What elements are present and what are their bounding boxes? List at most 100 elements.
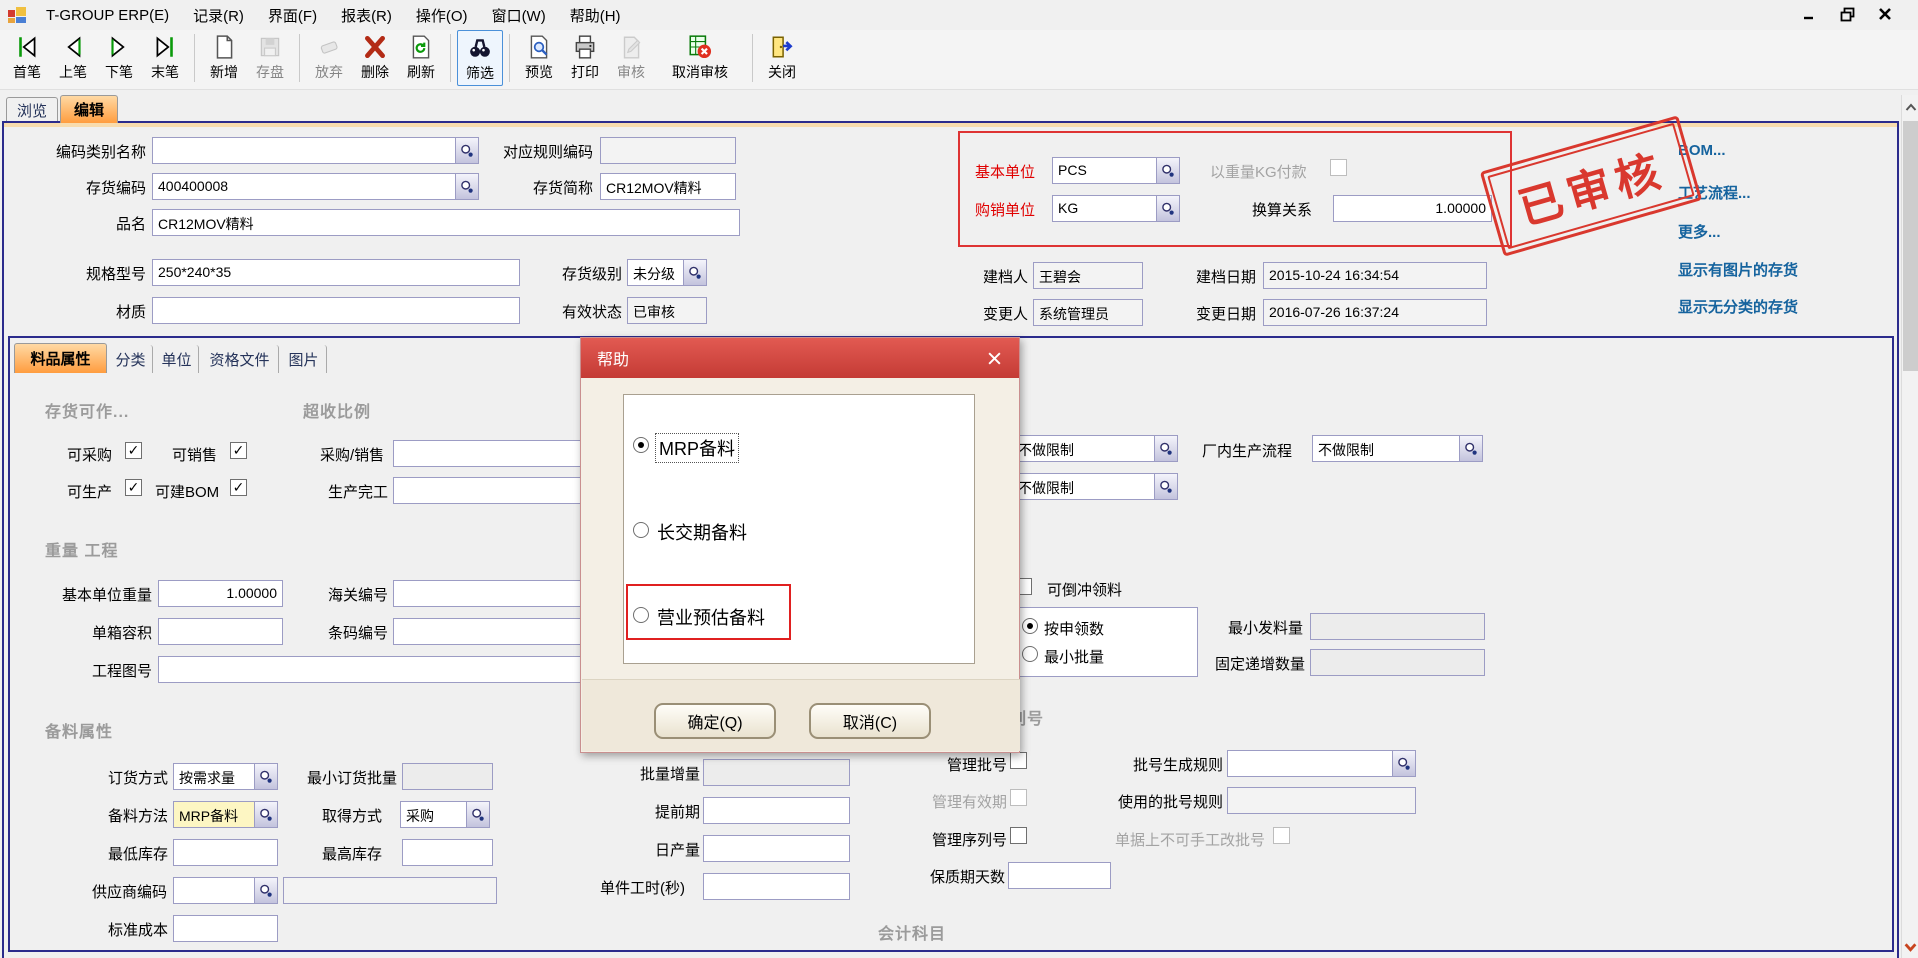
tab-unit[interactable]: 单位	[155, 345, 199, 373]
base-weight-input[interactable]: 1.00000	[158, 580, 283, 607]
toolbar-preview-button[interactable]: 预览	[516, 30, 562, 86]
toolbar-new-button[interactable]: 新增	[201, 30, 247, 86]
batch-rule-input[interactable]	[1227, 750, 1393, 777]
scrollbar-thumb[interactable]	[1903, 121, 1918, 371]
minimize-button[interactable]	[1798, 4, 1820, 24]
supplier-lookup-button[interactable]	[254, 877, 278, 904]
menu-help[interactable]: 帮助(H)	[558, 1, 633, 30]
min-stock-input[interactable]	[173, 839, 278, 866]
unit-hours-input[interactable]	[703, 873, 850, 900]
toolbar-next-record-button[interactable]: 下笔	[96, 30, 142, 86]
batch-rule-lookup-button[interactable]	[1392, 750, 1416, 777]
shelf-life-input[interactable]	[1008, 862, 1111, 889]
toolbar-delete-button[interactable]: 删除	[352, 30, 398, 86]
menu-operation[interactable]: 操作(O)	[404, 1, 480, 30]
link-more[interactable]: 更多...	[1678, 221, 1721, 242]
close-window-button[interactable]	[1874, 4, 1896, 24]
rule-code-input[interactable]	[600, 137, 736, 164]
dialog-close-icon[interactable]	[981, 346, 1007, 370]
toolbar-discard-button[interactable]: 放弃	[306, 30, 352, 86]
tab-images[interactable]: 图片	[281, 345, 327, 373]
long-leadtime-prep-radio[interactable]	[633, 522, 649, 538]
restriction2-input[interactable]: 不做限制	[1012, 473, 1155, 500]
factory-flow-input[interactable]: 不做限制	[1312, 435, 1460, 462]
supplier-code-input[interactable]	[173, 877, 255, 904]
daily-output-input[interactable]	[703, 835, 850, 862]
can-build-bom-checkbox[interactable]	[230, 479, 247, 496]
issue-min-batch-radio[interactable]	[1022, 646, 1038, 662]
acquire-mode-lookup-button[interactable]	[466, 801, 490, 828]
purchase-sale-ratio-input[interactable]	[393, 440, 590, 467]
sales-forecast-prep-radio[interactable]	[633, 607, 649, 623]
manage-serial-checkbox[interactable]	[1010, 827, 1027, 844]
manage-expiry-checkbox[interactable]	[1010, 789, 1027, 806]
tab-item-attributes[interactable]: 料品属性	[14, 343, 107, 373]
material-input[interactable]	[152, 297, 520, 324]
restore-button[interactable]	[1836, 4, 1858, 24]
box-volume-input[interactable]	[158, 618, 283, 645]
mrp-prep-option-label[interactable]: MRP备料	[655, 433, 739, 463]
tab-browse[interactable]: 浏览	[6, 97, 58, 123]
lead-time-input[interactable]	[703, 797, 850, 824]
manage-batch-checkbox[interactable]	[1010, 752, 1027, 769]
factory-flow-lookup-button[interactable]	[1459, 435, 1483, 462]
acquire-mode-input[interactable]: 采购	[400, 801, 467, 828]
max-stock-input[interactable]	[402, 839, 493, 866]
item-short-name-input[interactable]: CR12MOV精料	[600, 173, 736, 200]
menu-record[interactable]: 记录(R)	[181, 1, 256, 30]
pay-by-kg-checkbox[interactable]	[1330, 159, 1347, 176]
tab-qualification-files[interactable]: 资格文件	[201, 345, 279, 373]
restriction1-input[interactable]: 不做限制	[1012, 435, 1155, 462]
trade-unit-lookup-button[interactable]	[1156, 195, 1180, 222]
restriction2-lookup-button[interactable]	[1154, 473, 1178, 500]
item-code-lookup-button[interactable]	[455, 173, 479, 200]
dialog-cancel-button[interactable]: 取消(C)	[809, 703, 931, 739]
long-leadtime-prep-option-label[interactable]: 长交期备料	[657, 519, 747, 545]
order-mode-input[interactable]: 按需求量	[173, 763, 255, 790]
no-manual-batch-checkbox[interactable]	[1273, 827, 1290, 844]
link-show-unclassified[interactable]: 显示无分类的存货	[1678, 296, 1798, 317]
trade-unit-input[interactable]: KG	[1052, 195, 1157, 222]
restriction1-lookup-button[interactable]	[1154, 435, 1178, 462]
customs-code-input[interactable]	[393, 580, 590, 607]
drawing-number-input[interactable]	[158, 656, 590, 683]
toolbar-refresh-button[interactable]: 刷新	[398, 30, 444, 86]
production-done-ratio-input[interactable]	[393, 477, 590, 504]
scroll-down-icon[interactable]	[1903, 939, 1918, 955]
toolbar-prev-record-button[interactable]: 上笔	[50, 30, 96, 86]
toolbar-save-button[interactable]: 存盘	[247, 30, 293, 86]
item-code-input[interactable]: 400400008	[152, 173, 456, 200]
purchasable-checkbox[interactable]	[125, 442, 142, 459]
toolbar-last-record-button[interactable]: 末笔	[142, 30, 188, 86]
help-dialog-titlebar[interactable]: 帮助	[581, 338, 1019, 378]
toolbar-filter-button[interactable]: 筛选	[457, 30, 503, 86]
issue-by-request-radio[interactable]	[1022, 618, 1038, 634]
menu-report[interactable]: 报表(R)	[329, 1, 404, 30]
vertical-scrollbar[interactable]	[1901, 95, 1918, 958]
base-unit-lookup-button[interactable]	[1156, 157, 1180, 184]
prep-method-input[interactable]: MRP备料	[173, 801, 255, 828]
coding-category-lookup-button[interactable]	[455, 137, 479, 164]
conversion-input[interactable]: 1.00000	[1333, 195, 1492, 222]
toolbar-close-button[interactable]: 关闭	[759, 30, 805, 86]
sales-forecast-prep-option-label[interactable]: 营业预估备料	[657, 604, 765, 630]
coding-category-input[interactable]	[152, 137, 456, 164]
base-unit-input[interactable]: PCS	[1052, 157, 1157, 184]
product-name-input[interactable]: CR12MOV精料	[152, 209, 740, 236]
level-lookup-button[interactable]	[683, 259, 707, 286]
menu-tgroup-erp[interactable]: T-GROUP ERP(E)	[34, 3, 181, 28]
tab-classification[interactable]: 分类	[109, 345, 153, 373]
menu-window[interactable]: 窗口(W)	[480, 1, 558, 30]
dialog-ok-button[interactable]: 确定(Q)	[654, 703, 776, 739]
tab-edit[interactable]: 编辑	[60, 95, 118, 123]
barcode-input[interactable]	[393, 618, 590, 645]
sellable-checkbox[interactable]	[230, 442, 247, 459]
link-show-with-image[interactable]: 显示有图片的存货	[1678, 259, 1798, 280]
level-input[interactable]: 未分级	[627, 259, 684, 286]
std-cost-input[interactable]	[173, 915, 278, 942]
toolbar-first-record-button[interactable]: 首笔	[4, 30, 50, 86]
mrp-prep-radio[interactable]	[633, 437, 649, 453]
toolbar-cancel-audit-button[interactable]: 取消审核	[654, 30, 746, 86]
scroll-up-icon[interactable]	[1903, 99, 1918, 115]
toolbar-audit-button[interactable]: 审核	[608, 30, 654, 86]
